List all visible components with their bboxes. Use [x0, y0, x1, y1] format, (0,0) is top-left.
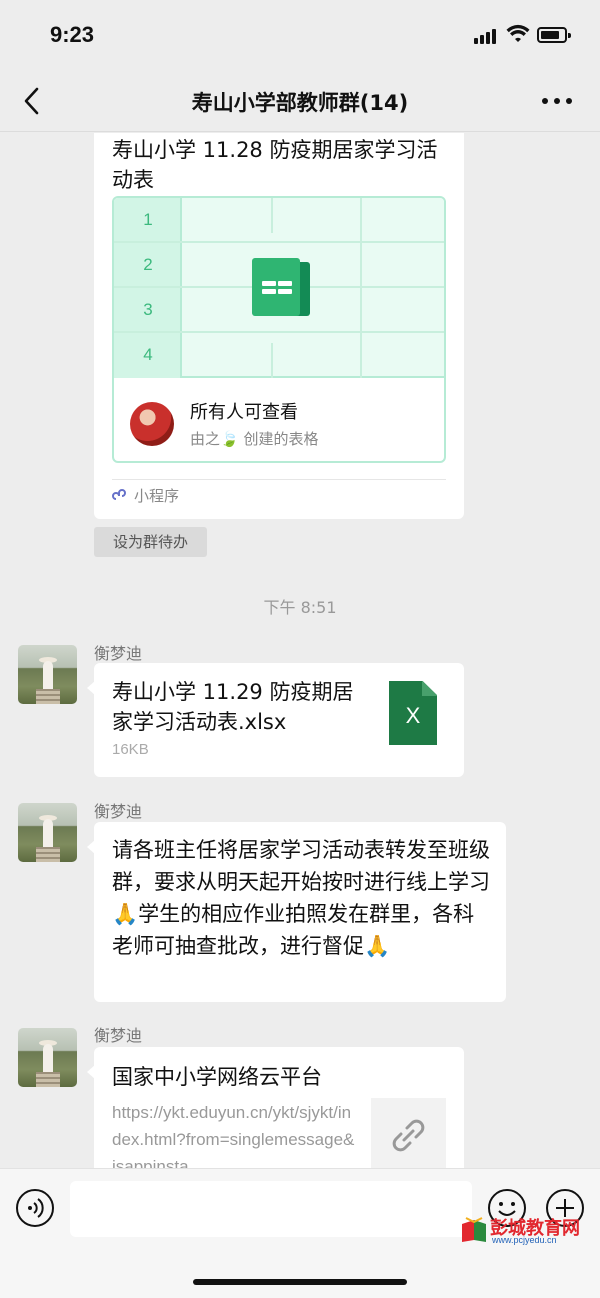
sender-name: 衡梦迪: [94, 802, 143, 821]
row-header-column: 1 2 3 4: [114, 198, 182, 378]
book-logo-icon: [462, 1217, 486, 1242]
avatar[interactable]: [18, 1028, 77, 1087]
creator-label: 由之🍃 创建的表格: [190, 430, 319, 448]
excel-file-letter: X: [405, 703, 421, 728]
message-timestamp: 下午 8:51: [263, 598, 337, 617]
chat-title: 寿山小学部教师群(14): [191, 91, 409, 115]
row-number: 4: [143, 345, 153, 364]
file-size: 16KB: [112, 741, 149, 758]
visibility-label: 所有人可查看: [190, 402, 298, 423]
home-indicator: [193, 1279, 407, 1285]
sheet-owner-row: 所有人可查看 由之🍃 创建的表格: [114, 380, 444, 461]
row-number: 3: [143, 300, 153, 319]
link-thumbnail: [371, 1098, 446, 1168]
mini-program-card[interactable]: 寿山小学 11.28 防疫期居家学习活动表 1 2 3 4 所有人可查看 由之🍃…: [94, 133, 464, 519]
sender-name: 衡梦迪: [94, 1026, 143, 1045]
link-icon: [392, 1119, 425, 1152]
row-number: 1: [143, 210, 153, 229]
battery-icon: [537, 27, 571, 43]
nav-bar: 寿山小学部教师群(14): [0, 70, 600, 132]
link-title: 国家中小学网络云平台: [112, 1065, 322, 1089]
set-todo-button[interactable]: 设为群待办: [94, 527, 207, 557]
card-divider: [112, 479, 446, 480]
creator-avatar: [130, 402, 174, 446]
sender-name: 衡梦迪: [94, 644, 143, 663]
more-dots-icon[interactable]: [540, 98, 574, 106]
file-message-bubble[interactable]: 寿山小学 11.29 防疫期居家学习活动表.xlsx 16KB X: [87, 663, 464, 777]
watermark-logo: 彭城教育网 www.pcjyedu.cn: [460, 1214, 590, 1248]
chat-area[interactable]: 寿山小学 11.28 防疫期居家学习活动表 1 2 3 4 所有人可查看 由之🍃…: [0, 133, 600, 1168]
file-name: 寿山小学 11.29 防疫期居家学习活动表.xlsx: [112, 680, 354, 734]
link-message-bubble[interactable]: 国家中小学网络云平台 https://ykt.eduyun.cn/ykt/sjy…: [87, 1047, 464, 1168]
avatar[interactable]: [18, 645, 77, 704]
watermark-url: www.pcjyedu.cn: [492, 1235, 557, 1245]
row-number: 2: [143, 255, 153, 274]
message-input[interactable]: [70, 1181, 472, 1237]
voice-icon[interactable]: [16, 1189, 54, 1227]
message-text: 请各班主任将居家学习活动表转发至班级群，要求从明天起开始按时进行线上学习🙏学生的…: [112, 838, 490, 958]
avatar[interactable]: [18, 803, 77, 862]
card-title: 寿山小学 11.28 防疫期居家学习活动表: [112, 138, 438, 192]
signal-icon: [474, 28, 500, 44]
excel-file-icon: X: [389, 681, 437, 745]
mini-program-label: 小程序: [134, 487, 180, 505]
spreadsheet-icon: [252, 258, 310, 318]
spreadsheet-grid: 1 2 3 4: [114, 198, 444, 378]
link-url: https://ykt.eduyun.cn/ykt/sjykt/index.ht…: [112, 1103, 355, 1168]
wifi-icon: [506, 24, 530, 42]
mini-program-icon: [112, 489, 126, 500]
status-bar: 9:23: [0, 0, 600, 70]
status-time: 9:23: [50, 22, 95, 47]
spreadsheet-preview[interactable]: 1 2 3 4 所有人可查看 由之🍃 创建的表格: [112, 196, 446, 463]
text-message-bubble[interactable]: 请各班主任将居家学习活动表转发至班级群，要求从明天起开始按时进行线上学习🙏学生的…: [87, 822, 506, 1002]
